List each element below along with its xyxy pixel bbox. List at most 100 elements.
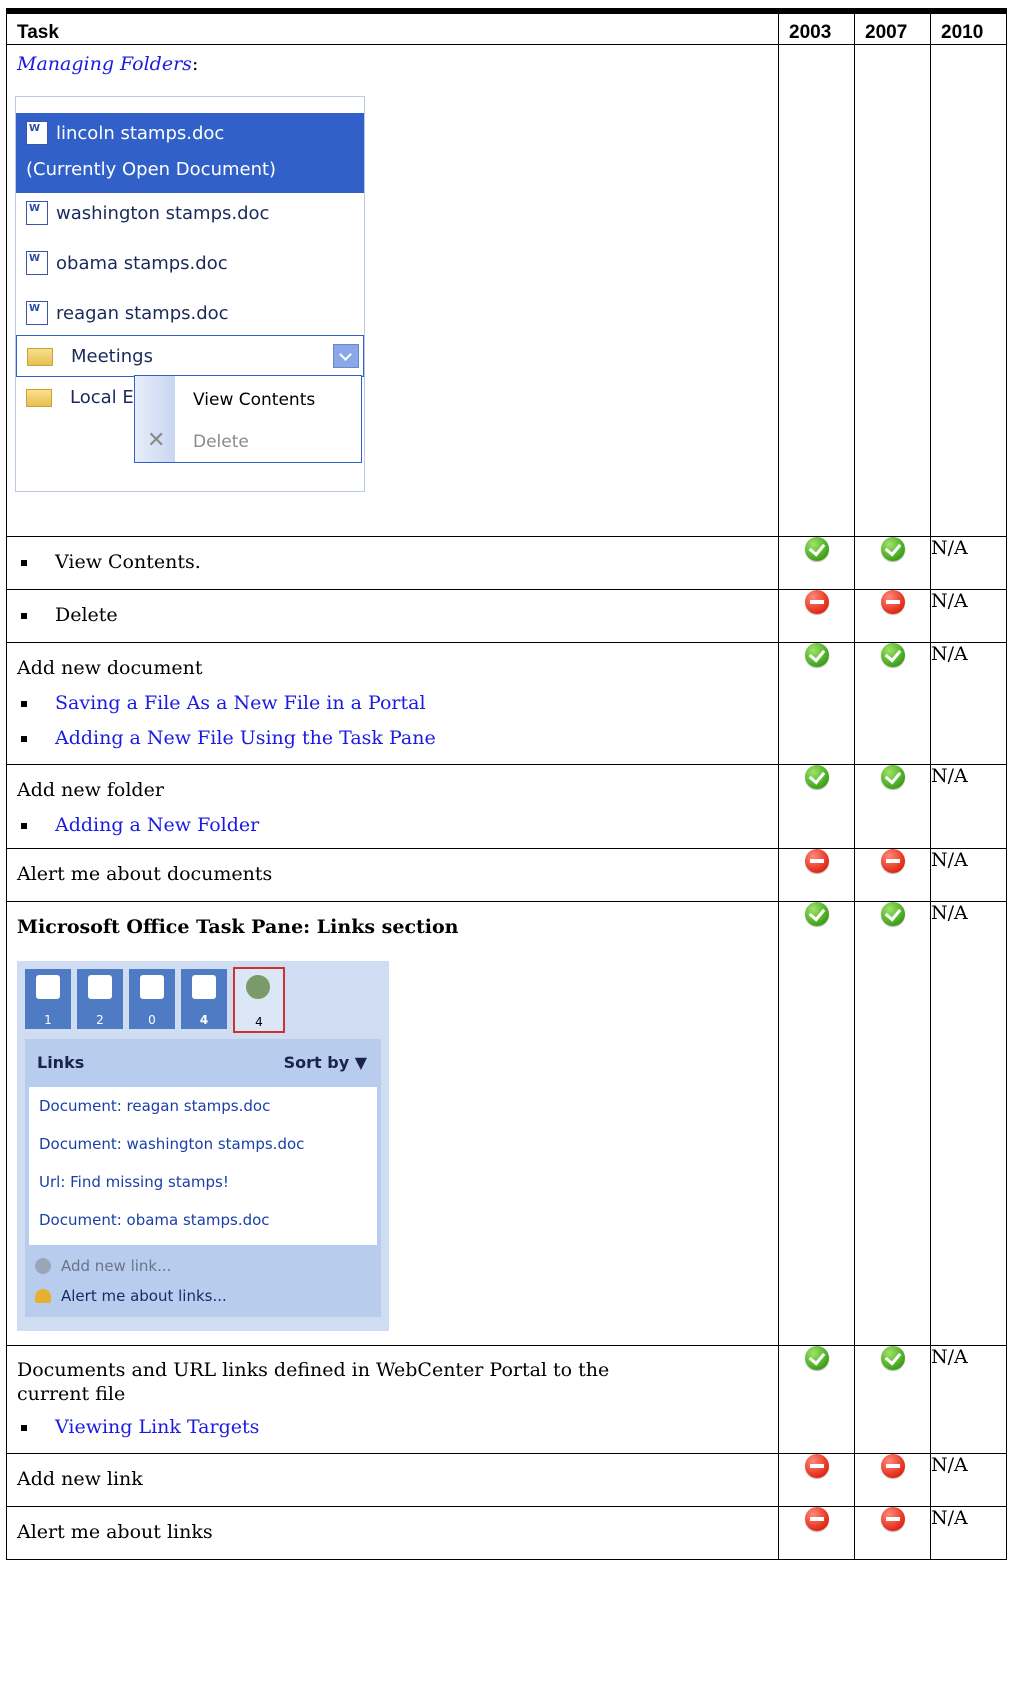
header-task: Task <box>6 10 779 45</box>
na-text: N/A <box>930 642 1007 765</box>
list-item: obama stamps.doc <box>26 251 228 275</box>
not-supported-icon <box>880 849 905 873</box>
globe-link-icon <box>246 975 270 999</box>
list-item: Document: reagan stamps.doc <box>39 1097 271 1115</box>
na-text: N/A <box>930 536 1007 590</box>
list-item: lincoln stamps.doc <box>26 121 224 145</box>
adding-file-task-pane-link[interactable]: Adding a New File Using the Task Pane <box>55 725 436 752</box>
adding-folder-link[interactable]: Adding a New Folder <box>55 812 259 839</box>
header-2010: 2010 <box>930 10 1007 45</box>
folder-name: Meetings <box>71 346 153 367</box>
list-item: Local E <box>26 387 134 408</box>
tab-tasks: 0 <box>129 969 175 1029</box>
folder-icon <box>27 347 53 366</box>
bell-icon <box>35 1289 51 1303</box>
table-row: Add new folder Adding a New Folder N/A <box>6 764 1007 849</box>
task-text: Add new folder <box>17 779 164 801</box>
add-link-icon <box>35 1258 51 1274</box>
tab-documents: 4 <box>181 969 227 1029</box>
delete-x-icon: ✕ <box>147 428 166 453</box>
supported-check-icon <box>804 902 829 926</box>
supported-check-icon <box>880 643 905 667</box>
links-title: Links <box>37 1053 85 1072</box>
supported-check-icon <box>880 1346 905 1370</box>
na-text: N/A <box>930 1453 1007 1507</box>
table-row: Add new document Saving a File As a New … <box>6 642 1007 765</box>
list-item: (Currently Open Document) <box>26 159 276 180</box>
activity-icon <box>36 975 60 999</box>
links-section: Links Sort by ▼ Document: reagan stamps.… <box>25 1039 381 1317</box>
na-text: N/A <box>930 1345 1007 1454</box>
not-supported-icon <box>804 1507 829 1531</box>
not-supported-icon <box>804 1454 829 1478</box>
doc-name: obama stamps.doc <box>56 252 228 274</box>
list-item: Url: Find missing stamps! <box>39 1173 229 1191</box>
table-row: Add new link N/A <box>6 1453 1007 1507</box>
table-row: View Contents. N/A <box>6 536 1007 590</box>
list-item: washington stamps.doc <box>26 201 269 225</box>
header-2003: 2003 <box>778 10 855 45</box>
supported-check-icon <box>880 537 905 561</box>
sort-by: Sort by ▼ <box>283 1053 367 1072</box>
supported-check-icon <box>804 537 829 561</box>
not-supported-icon <box>804 849 829 873</box>
saving-file-link[interactable]: Saving a File As a New File in a Portal <box>55 690 426 717</box>
table-row: Managing Folders: lincoln stamps.doc (Cu… <box>6 44 1007 537</box>
task-text: Add new link <box>17 1468 143 1490</box>
tab-links: 4 <box>233 967 285 1033</box>
members-icon <box>88 975 112 999</box>
not-supported-icon <box>804 590 829 614</box>
supported-check-icon <box>804 643 829 667</box>
menu-item-delete: Delete <box>193 432 249 452</box>
context-menu: View Contents ✕ Delete <box>134 375 362 463</box>
links-list: Document: reagan stamps.doc Document: wa… <box>29 1087 377 1245</box>
task-pane-tabs: 1 2 0 4 4 <box>25 967 285 1033</box>
doc-name: washington stamps.doc <box>56 202 270 224</box>
doc-status: (Currently Open Document) <box>26 159 277 180</box>
viewing-link-targets-link[interactable]: Viewing Link Targets <box>55 1414 259 1441</box>
na-text: N/A <box>930 901 1007 1346</box>
table-row: Documents and URL links defined in WebCe… <box>6 1345 1007 1454</box>
not-supported-icon <box>880 1454 905 1478</box>
compatibility-table: Task 2003 2007 2010 Managing Folders: li… <box>6 8 1007 1560</box>
supported-check-icon <box>804 765 829 789</box>
add-link-action: Add new link... <box>35 1257 171 1275</box>
meetings-folder-row: Meetings <box>16 335 364 377</box>
doc-name: lincoln stamps.doc <box>56 122 225 144</box>
table-row: Alert me about links N/A <box>6 1506 1007 1560</box>
header-2007: 2007 <box>854 10 931 45</box>
na-text: N/A <box>930 848 1007 902</box>
folder-icon <box>26 388 52 407</box>
tab-members: 2 <box>77 969 123 1029</box>
word-doc-icon <box>26 251 48 275</box>
task-pane-screenshot: 1 2 0 4 4 Links Sort by ▼ Document: reag… <box>17 961 389 1331</box>
not-supported-icon <box>880 1507 905 1531</box>
task-text: Add new document <box>17 657 203 679</box>
supported-check-icon <box>880 902 905 926</box>
task-text: Delete <box>55 604 118 626</box>
list-item: Document: obama stamps.doc <box>39 1211 270 1229</box>
folder-name: Local E <box>70 387 134 408</box>
table-row: Alert me about documents N/A <box>6 848 1007 902</box>
task-text: Alert me about documents <box>17 863 273 885</box>
na-text: N/A <box>930 764 1007 849</box>
table-row: Microsoft Office Task Pane: Links sectio… <box>6 901 1007 1346</box>
word-doc-icon <box>26 121 48 145</box>
word-doc-icon <box>26 201 48 225</box>
word-doc-icon <box>26 301 48 325</box>
dropdown-icon <box>333 344 359 368</box>
list-item: reagan stamps.doc <box>26 301 229 325</box>
na-text: N/A <box>930 1506 1007 1560</box>
colon: : <box>191 53 199 75</box>
document-icon <box>192 975 216 999</box>
list-item: Document: washington stamps.doc <box>39 1135 305 1153</box>
folder-context-menu-screenshot: lincoln stamps.doc (Currently Open Docum… <box>15 96 365 492</box>
tab-activity: 1 <box>25 969 71 1029</box>
managing-folders-link[interactable]: Managing Folders <box>17 53 192 75</box>
table-row: Delete N/A <box>6 589 1007 643</box>
tasks-icon <box>140 975 164 999</box>
menu-item-view-contents: View Contents <box>193 390 316 410</box>
alert-links-action: Alert me about links... <box>35 1287 227 1305</box>
doc-name: reagan stamps.doc <box>56 302 229 324</box>
supported-check-icon <box>880 765 905 789</box>
